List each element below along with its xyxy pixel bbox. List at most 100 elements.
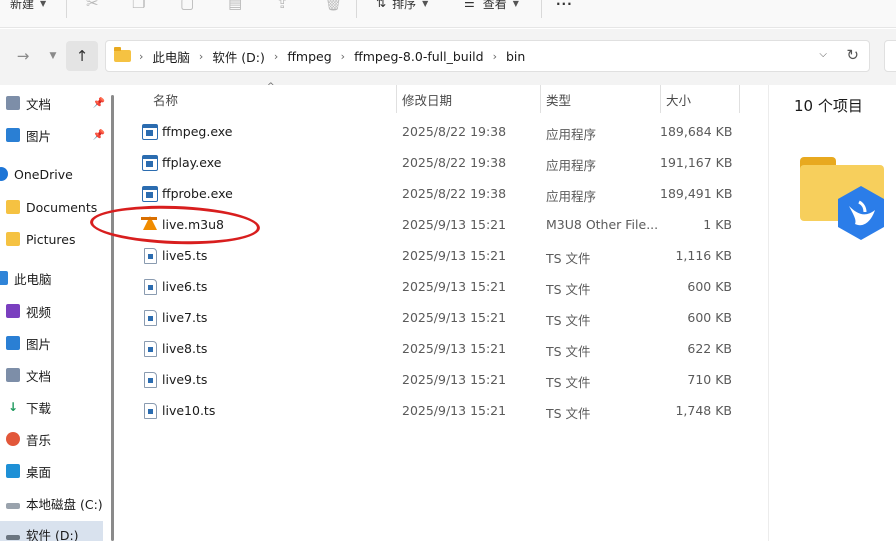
file-row[interactable]: ffprobe.exe 2025/8/22 19:38 应用程序 189,491…	[120, 178, 760, 209]
file-size: 191,167 KB	[660, 155, 733, 170]
details-pane: 10 个项目	[768, 85, 896, 541]
sidebar-item-drive-d[interactable]: 软件 (D:)	[0, 521, 103, 541]
drive-icon	[6, 534, 20, 540]
breadcrumb-this-pc[interactable]: 此电脑	[152, 47, 190, 66]
file-type: M3U8 Other File...	[546, 217, 659, 232]
file-icon	[144, 372, 157, 388]
up-button[interactable]: ↑	[66, 41, 98, 71]
file-name: live7.ts	[162, 310, 208, 325]
file-date: 2025/8/22 19:38	[402, 155, 507, 170]
file-size: 622 KB	[687, 341, 732, 356]
sidebar-item-label: Documents	[26, 199, 98, 215]
file-row[interactable]: ffplay.exe 2025/8/22 19:38 应用程序 191,167 …	[120, 147, 760, 178]
file-row[interactable]: live6.ts 2025/9/13 15:21 TS 文件 600 KB	[120, 271, 760, 302]
forward-button[interactable]: →	[12, 41, 34, 71]
more-options-button[interactable]: ···	[556, 0, 573, 15]
sidebar-item-label: 此电脑	[14, 271, 52, 287]
sidebar-item-music[interactable]: 音乐	[6, 426, 109, 452]
file-name: live10.ts	[162, 403, 216, 418]
sidebar-item-label: 软件 (D:)	[26, 527, 79, 541]
view-icon: ☰	[464, 0, 475, 10]
sidebar-item-pictures-pinned[interactable]: 图片 📌	[6, 122, 109, 148]
chevron-right-icon: ›	[273, 49, 279, 63]
sidebar-item-pictures-onedrive[interactable]: Pictures	[6, 226, 109, 252]
file-date: 2025/8/22 19:38	[402, 186, 507, 201]
file-date: 2025/9/13 15:21	[402, 217, 507, 232]
address-bar[interactable]: › 此电脑 › 软件 (D:) › ffmpeg › ffmpeg-8.0-fu…	[105, 40, 870, 72]
share-button[interactable]: ⇪	[276, 0, 289, 14]
file-type: 应用程序	[546, 127, 597, 142]
file-row[interactable]: ffmpeg.exe 2025/8/22 19:38 应用程序 189,684 …	[120, 116, 760, 147]
file-date: 2025/9/13 15:21	[402, 403, 507, 418]
folder-icon	[114, 47, 131, 62]
sidebar-item-label: 文档	[26, 96, 52, 112]
vlc-cone-base	[141, 217, 157, 220]
file-type: TS 文件	[546, 282, 591, 297]
recent-locations-button[interactable]: ▼	[44, 41, 62, 71]
share-icon: ⇪	[276, 0, 289, 12]
breadcrumb-ffmpeg[interactable]: ffmpeg	[287, 49, 331, 64]
sidebar-item-label: 视频	[26, 304, 52, 320]
search-input[interactable]	[884, 40, 896, 72]
desktop-icon	[6, 464, 20, 478]
column-header-name[interactable]: 名称	[153, 85, 178, 113]
address-dropdown-button[interactable]: ⌵	[819, 49, 827, 60]
sidebar-item-downloads[interactable]: ↓ 下载	[6, 394, 109, 420]
sidebar-item-drive-c[interactable]: 本地磁盘 (C:)	[6, 490, 109, 516]
file-row[interactable]: live.m3u8 2025/9/13 15:21 M3U8 Other Fil…	[120, 209, 760, 240]
sidebar-item-documents-pinned[interactable]: 文档 📌	[6, 90, 109, 116]
sidebar-item-desktop[interactable]: 桌面	[6, 458, 109, 484]
file-size: 600 KB	[687, 279, 732, 294]
breadcrumb-bin[interactable]: bin	[506, 49, 525, 64]
file-type: 应用程序	[546, 189, 597, 204]
chevron-down-icon: ▼	[40, 0, 47, 8]
file-type: TS 文件	[546, 375, 591, 390]
toolbar-divider	[356, 0, 357, 18]
file-name: live6.ts	[162, 279, 208, 294]
breadcrumb-drive-d[interactable]: 软件 (D:)	[212, 47, 265, 66]
file-row[interactable]: live7.ts 2025/9/13 15:21 TS 文件 600 KB	[120, 302, 760, 333]
chevron-down-icon: ▼	[512, 0, 519, 8]
paste-icon: ▢	[180, 0, 195, 12]
sort-button[interactable]: ⇅ 排序 ▼	[376, 0, 428, 14]
sidebar-item-label: 文档	[26, 368, 52, 384]
sidebar-item-pictures[interactable]: 图片	[6, 330, 109, 356]
file-size: 710 KB	[687, 372, 732, 387]
delete-button[interactable]: 🗑	[324, 0, 343, 14]
refresh-button[interactable]: ↻	[846, 46, 859, 64]
file-name: ffprobe.exe	[162, 186, 233, 201]
file-row[interactable]: live9.ts 2025/9/13 15:21 TS 文件 710 KB	[120, 364, 760, 395]
file-row[interactable]: live8.ts 2025/9/13 15:21 TS 文件 622 KB	[120, 333, 760, 364]
file-row[interactable]: live10.ts 2025/9/13 15:21 TS 文件 1,748 KB	[120, 395, 760, 426]
sidebar-item-documents-onedrive[interactable]: Documents	[6, 194, 109, 220]
column-divider[interactable]	[540, 85, 541, 113]
breadcrumb-ffmpeg-build[interactable]: ffmpeg-8.0-full_build	[354, 49, 484, 64]
file-type: TS 文件	[546, 406, 591, 421]
copy-button[interactable]: ❐	[132, 0, 145, 14]
sidebar-item-videos[interactable]: 视频	[6, 298, 109, 324]
view-button[interactable]: ☰ 查看 ▼	[464, 0, 519, 14]
onedrive-icon	[0, 167, 8, 181]
column-header-size[interactable]: 大小	[666, 85, 691, 113]
column-divider[interactable]	[739, 85, 740, 113]
file-row[interactable]: live5.ts 2025/9/13 15:21 TS 文件 1,116 KB	[120, 240, 760, 271]
delete-icon: 🗑	[324, 0, 344, 12]
column-header-type[interactable]: 类型	[546, 85, 571, 113]
sidebar-item-onedrive[interactable]: OneDrive	[0, 161, 97, 187]
column-divider[interactable]	[660, 85, 661, 113]
cut-button[interactable]: ✂	[86, 0, 99, 14]
sidebar-item-this-pc[interactable]: 此电脑	[0, 265, 97, 291]
file-date: 2025/9/13 15:21	[402, 372, 507, 387]
sidebar-scrollbar[interactable]	[111, 95, 114, 541]
rename-button[interactable]: ▤	[228, 0, 242, 14]
file-type: TS 文件	[546, 344, 591, 359]
chevron-right-icon: ›	[198, 49, 204, 63]
file-icon	[144, 279, 157, 295]
sidebar-item-documents[interactable]: 文档	[6, 362, 109, 388]
new-button[interactable]: 新建 ▼	[10, 0, 46, 14]
exe-icon	[142, 186, 158, 202]
file-icon	[144, 248, 157, 264]
paste-button[interactable]: ▢	[180, 0, 194, 14]
column-divider[interactable]	[396, 85, 397, 113]
column-header-date[interactable]: 修改日期	[402, 85, 452, 113]
